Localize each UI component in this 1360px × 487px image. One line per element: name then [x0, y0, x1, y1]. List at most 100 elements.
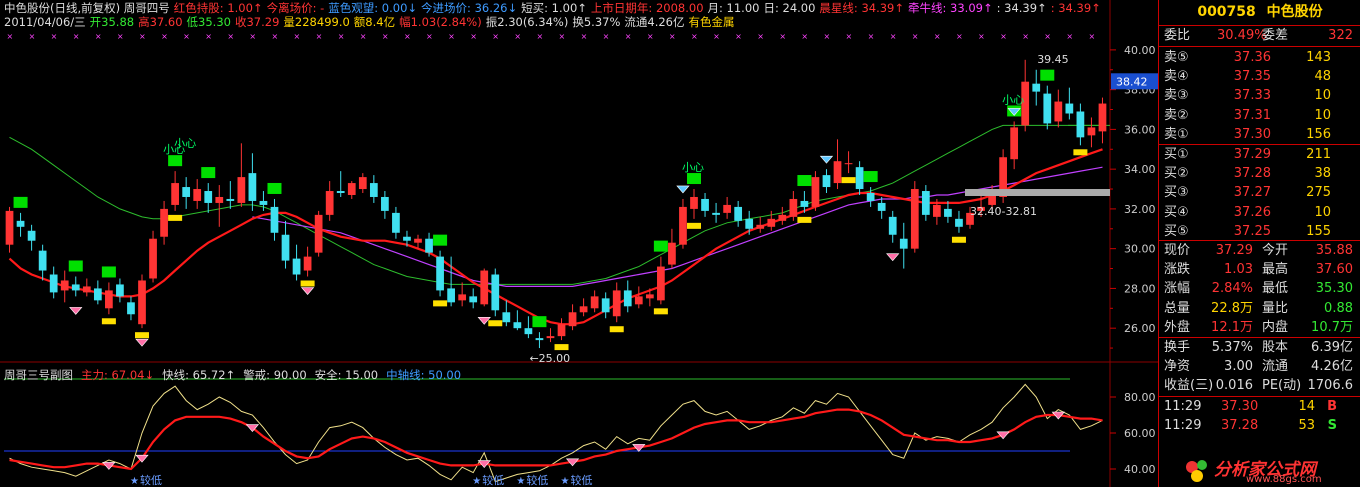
candle-body — [193, 189, 202, 201]
weicha-label: 委差 — [1262, 28, 1289, 43]
buy-row: 买⑤ 37.25 155 — [1159, 222, 1360, 241]
candle-body — [336, 191, 345, 194]
sub-indicator-item-1: 主力: 67.04↓ — [81, 368, 155, 382]
sell-price: 37.33 — [1233, 88, 1271, 104]
star-icon: ★ — [561, 476, 570, 487]
stat-value: 2.84% — [1211, 281, 1253, 297]
indicator-item-5: 短买: 1.00↑ — [521, 1, 587, 15]
sell-row: 卖③ 37.33 10 — [1159, 86, 1360, 105]
kline-chart[interactable]: 40.0038.0036.0034.0032.0030.0028.0026.00… — [0, 0, 1158, 487]
buy-row: 买④ 37.26 10 — [1159, 203, 1360, 222]
candle-body — [601, 298, 610, 313]
candle-body — [634, 296, 643, 305]
buy-volume: 275 — [1306, 185, 1331, 201]
buy-signal-box — [532, 316, 547, 328]
candle-body — [369, 183, 378, 197]
gem-icon — [69, 307, 83, 315]
stat-label: 现价 — [1164, 243, 1191, 258]
candle-body — [491, 274, 500, 311]
stat2-value-2: 6.39亿 — [1311, 340, 1353, 355]
stat-value-2: 37.60 — [1315, 262, 1353, 278]
stat2-label-2: 流通 — [1262, 359, 1289, 375]
stat2-row: 换手 5.37% 股本 6.39亿 — [1159, 338, 1360, 357]
candle-body — [645, 294, 654, 299]
candle-body — [60, 280, 69, 291]
sell-label: 卖⑤ — [1164, 50, 1189, 65]
ma-red-line — [8, 148, 1103, 326]
candle-body — [49, 274, 58, 293]
candle-body — [325, 191, 334, 215]
signal-marker: × — [360, 32, 367, 41]
buy-price: 37.26 — [1233, 204, 1271, 220]
tick-side: B — [1327, 399, 1337, 414]
buy-signal-box — [13, 196, 28, 208]
sell-signal-box — [687, 222, 701, 229]
candle-body — [734, 206, 743, 221]
main-chart-area[interactable]: 40.00 38.00 36.00 34.00 32.00 30.00 28.00 26.00… — [0, 0, 1158, 487]
sell-volume: 143 — [1306, 50, 1331, 65]
stat2-row: 收益(三) 0.016 PE(动) 1706.6 — [1159, 376, 1360, 395]
stat-row: 现价 37.29 今开 35.88 — [1159, 241, 1360, 260]
caution-label: 小心 — [1002, 93, 1024, 106]
stat-row: 外盘 12.1万 内盘 10.7万 — [1159, 318, 1360, 337]
buy-label: 买③ — [1164, 185, 1189, 201]
stat-value-2: 35.30 — [1315, 281, 1353, 297]
candle-body — [469, 296, 478, 303]
buy-volume: 38 — [1314, 166, 1331, 182]
low-label: ←25.00 — [529, 352, 570, 365]
buy-row: 买② 37.28 38 — [1159, 164, 1360, 183]
buy-price: 37.28 — [1233, 166, 1271, 182]
sell-signal-box — [841, 177, 856, 184]
candle-body — [723, 204, 731, 213]
candle-body — [93, 288, 102, 301]
sell-label: 卖② — [1164, 107, 1189, 123]
buy-label: 买① — [1164, 147, 1189, 162]
buy-price: 37.25 — [1233, 223, 1271, 239]
signal-marker: × — [956, 32, 963, 41]
ohlc-item-11: 有色金属 — [688, 15, 735, 29]
sell-signal-box — [1073, 149, 1088, 156]
stat2-value-2: 4.26亿 — [1311, 359, 1353, 375]
candle-body — [414, 238, 422, 243]
fast-line — [9, 383, 1103, 483]
candle-body — [844, 163, 853, 165]
ohlc-item-7: 幅1.03(2.84%) — [399, 15, 482, 29]
stat-label: 外盘 — [1164, 319, 1191, 335]
tick-time: 11:29 — [1164, 399, 1202, 414]
candle-body — [910, 189, 919, 249]
candle-body — [105, 290, 113, 309]
tick-row: 11:29 37.30 14 B — [1159, 397, 1360, 416]
high-label: 39.45 — [1037, 53, 1069, 66]
ohlc-item-8: 振2.30(6.34%) — [485, 15, 569, 29]
candle-body — [149, 238, 157, 279]
buy-row: 买① 37.29 211 — [1159, 145, 1360, 164]
signal-marker: × — [691, 32, 698, 41]
candle-body — [944, 208, 952, 217]
stat2-label: 换手 — [1164, 340, 1191, 355]
stat2-value-2: 1706.6 — [1307, 378, 1354, 394]
candle-body — [215, 196, 224, 203]
stat-value: 12.1万 — [1211, 319, 1253, 335]
candle-body — [204, 191, 213, 203]
sell-signal-box — [433, 300, 448, 307]
candle-body — [303, 256, 312, 271]
watermark-url: www.88gs.com — [1246, 474, 1322, 485]
candle-body — [756, 224, 765, 229]
buy-signal-box — [653, 240, 668, 252]
gem-icon — [819, 155, 834, 164]
caution-label: 小心 — [682, 161, 704, 174]
stat2-label: 收益(三) — [1164, 378, 1214, 394]
sell-signal-box — [168, 214, 183, 221]
star-icon: ★ — [516, 476, 525, 487]
candle-body — [988, 194, 996, 205]
signal-marker: × — [426, 32, 433, 41]
sub-note-label: 较低 — [571, 473, 593, 487]
candle-body — [712, 212, 720, 215]
stat2-label: 净资 — [1164, 359, 1191, 375]
signal-marker: × — [95, 32, 102, 41]
signal-marker: × — [73, 32, 80, 41]
buy-signal-box — [168, 155, 183, 167]
buy-signal-box — [1040, 69, 1055, 81]
candle-body — [138, 280, 146, 325]
candle-body — [381, 196, 389, 211]
